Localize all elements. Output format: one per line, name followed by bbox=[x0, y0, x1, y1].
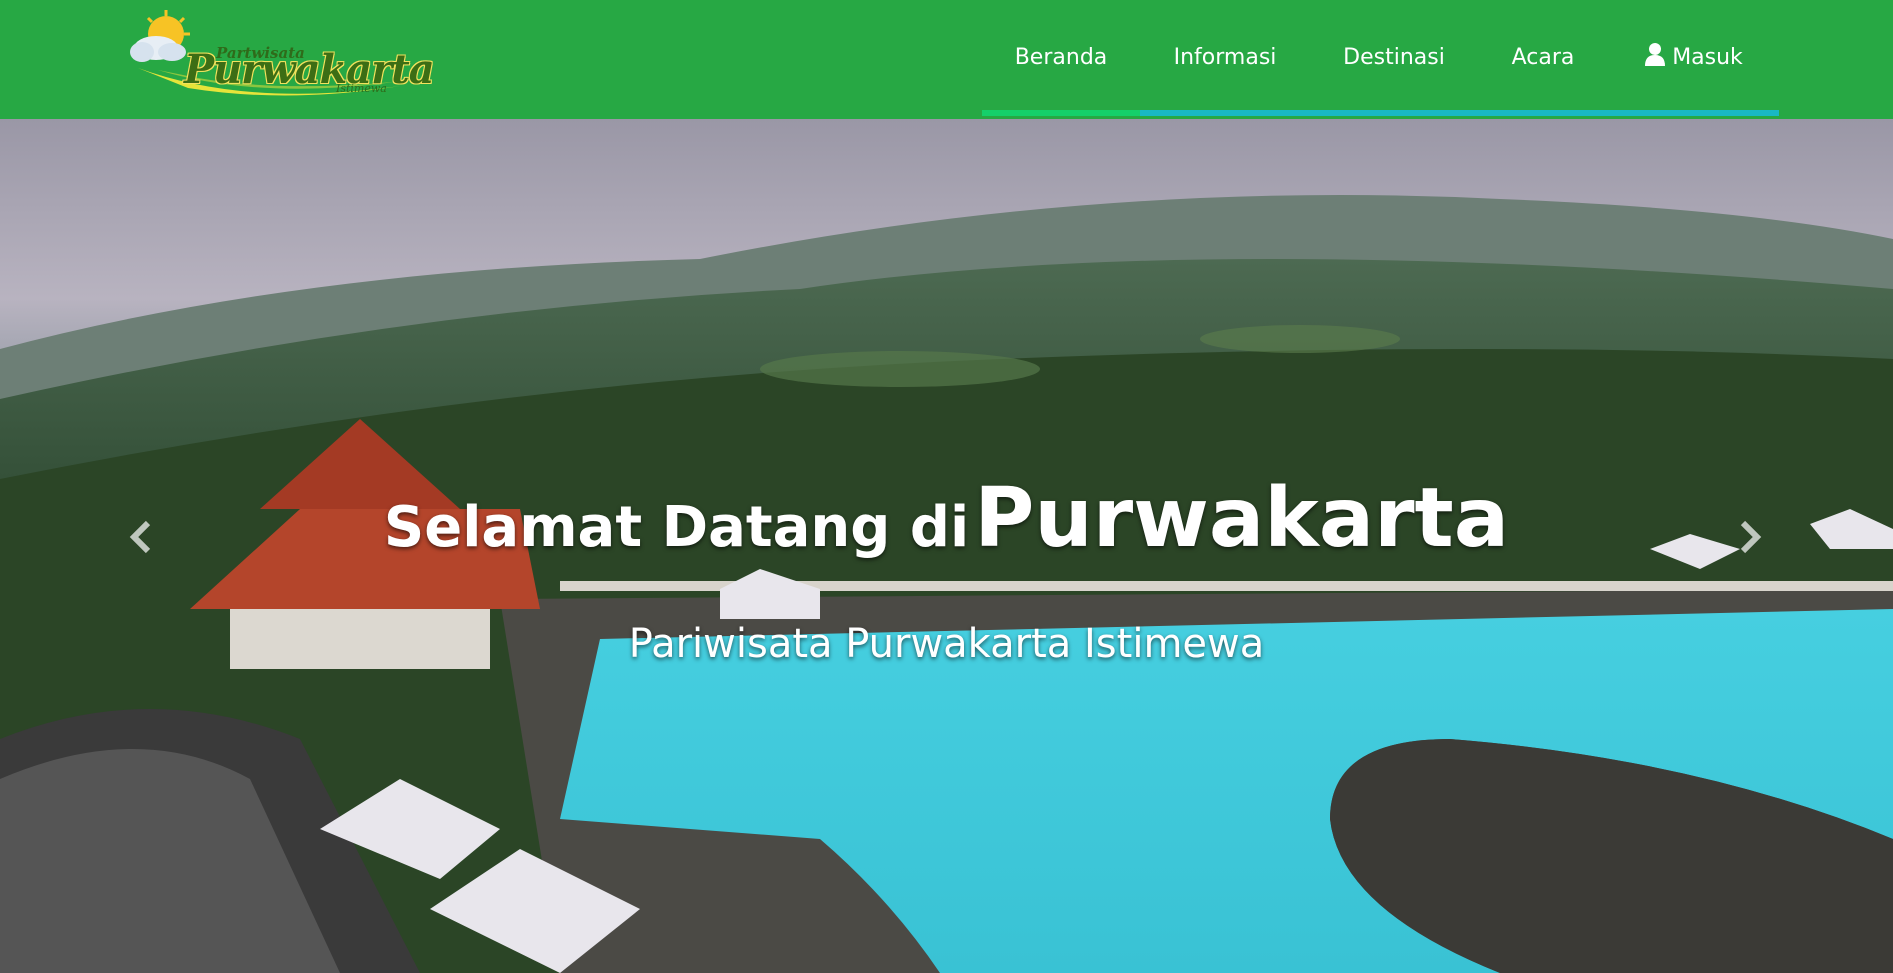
logo-title: Purwakarta bbox=[184, 46, 435, 93]
nav-item-label: Acara bbox=[1511, 44, 1575, 70]
hero-subtitle: Pariwisata Purwakarta Istimewa bbox=[628, 621, 1265, 667]
nav-item-beranda[interactable]: Beranda bbox=[982, 0, 1140, 114]
hero-title: Selamat Datang di Purwakarta bbox=[0, 471, 1893, 566]
nav-item-acara[interactable]: Acara bbox=[1478, 0, 1608, 114]
nav-item-destinasi[interactable]: Destinasi bbox=[1310, 0, 1478, 114]
navbar: Partwisata Purwakarta Istimewa Beranda I… bbox=[0, 0, 1893, 119]
nav-item-label: Beranda bbox=[1014, 44, 1108, 70]
main-nav: Beranda Informasi Destinasi Acara Masuk bbox=[982, 0, 1779, 119]
hero-title-lead: Selamat Datang di bbox=[383, 495, 970, 560]
chevron-right-icon bbox=[1739, 518, 1763, 564]
hero-title-main: Purwakarta bbox=[974, 471, 1510, 566]
nav-active-indicator bbox=[982, 110, 1140, 116]
carousel-next-button[interactable] bbox=[1731, 511, 1771, 571]
nav-item-label: Masuk bbox=[1672, 44, 1743, 70]
carousel-prev-button[interactable] bbox=[120, 511, 160, 571]
user-icon bbox=[1644, 42, 1666, 72]
nav-item-label: Destinasi bbox=[1343, 44, 1445, 70]
nav-item-masuk[interactable]: Masuk bbox=[1608, 0, 1779, 114]
logo-subtitle: Istimewa bbox=[336, 82, 387, 95]
site-logo[interactable]: Partwisata Purwakarta Istimewa bbox=[128, 8, 435, 108]
chevron-left-icon bbox=[128, 518, 152, 564]
nav-item-informasi[interactable]: Informasi bbox=[1140, 0, 1310, 114]
hero-carousel: Selamat Datang di Purwakarta Pariwisata … bbox=[0, 119, 1893, 973]
nav-item-label: Informasi bbox=[1173, 44, 1277, 70]
